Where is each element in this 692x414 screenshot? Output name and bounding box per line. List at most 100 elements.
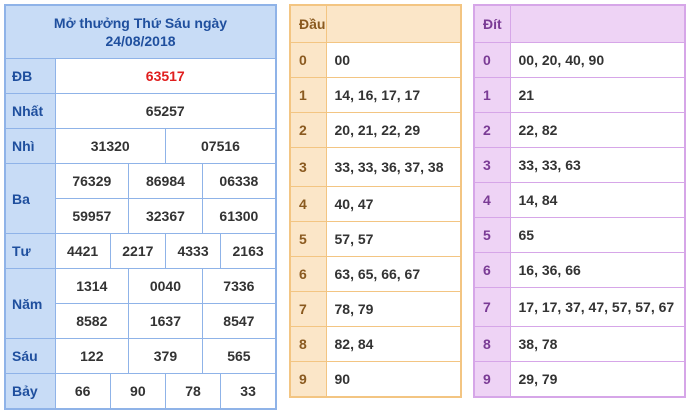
dit-values: 22, 82 <box>509 112 686 148</box>
prize-value: 06338 <box>201 163 277 199</box>
dit-key: 9 <box>473 361 511 398</box>
prize-value: 379 <box>128 338 203 374</box>
prize-label-nhat: Nhất <box>4 93 56 129</box>
prize-row-nam: Năm 1314 0040 7336 <box>4 268 277 339</box>
prize-value: 61300 <box>201 198 277 234</box>
dit-values: 21 <box>509 77 686 113</box>
prize-row-bay: Bảy 66 90 78 33 <box>4 373 277 410</box>
prize-value: 8547 <box>201 303 277 339</box>
table-row: 8 82, 84 <box>289 326 462 362</box>
prize-value: 31320 <box>54 128 166 164</box>
dau-key: 6 <box>289 256 327 292</box>
prize-label-bay: Bảy <box>4 373 56 410</box>
prize-value: 78 <box>164 373 222 410</box>
dit-values: 33, 33, 63 <box>509 147 686 183</box>
table-row: 4 14, 84 <box>473 182 686 218</box>
dau-values: 40, 47 <box>325 186 462 222</box>
table-row: 3 33, 33, 36, 37, 38 <box>289 147 462 187</box>
dau-key: 7 <box>289 291 327 327</box>
prize-value: 4421 <box>54 233 111 269</box>
table-row: 1 21 <box>473 77 686 113</box>
prize-value: 122 <box>54 338 130 374</box>
prize-row-nhi: Nhì 31320 07516 <box>4 128 277 164</box>
dau-values: 90 <box>325 361 462 398</box>
dit-values: 17, 17, 37, 47, 57, 57, 67 <box>509 287 686 327</box>
prize-value: 32367 <box>128 198 203 234</box>
table-row: 0 00, 20, 40, 90 <box>473 42 686 78</box>
prize-value: 0040 <box>128 268 203 304</box>
dau-key: 2 <box>289 112 327 148</box>
dau-key: 8 <box>289 326 327 362</box>
dau-table: Đầu 0 00 1 14, 16, 17, 17 2 20, 21, 22, 29 … <box>289 4 462 398</box>
dit-header: Đít <box>473 4 511 43</box>
prize-value: 2163 <box>220 233 277 269</box>
prize-value: 63517 <box>54 58 277 94</box>
dau-key: 3 <box>289 147 327 187</box>
prize-row-sau: Sáu 122 379 565 <box>4 338 277 374</box>
table-row: 1 14, 16, 17, 17 <box>289 77 462 113</box>
dit-key: 4 <box>473 182 511 218</box>
dau-key: 9 <box>289 361 327 398</box>
prize-value: 565 <box>201 338 277 374</box>
prize-value: 2217 <box>109 233 166 269</box>
dau-key: 1 <box>289 77 327 113</box>
dau-key: 0 <box>289 42 327 78</box>
prize-label-ba: Ba <box>4 163 56 234</box>
dit-key: 0 <box>473 42 511 78</box>
prize-label-nam: Năm <box>4 268 56 339</box>
dau-values: 78, 79 <box>325 291 462 327</box>
dit-values: 14, 84 <box>509 182 686 218</box>
prize-value: 07516 <box>164 128 277 164</box>
table-row: 5 65 <box>473 217 686 253</box>
prize-row-db: ĐB 63517 <box>4 58 277 94</box>
prize-value: 7336 <box>201 268 277 304</box>
table-row: 7 78, 79 <box>289 291 462 327</box>
table-row: 9 90 <box>289 361 462 398</box>
prize-label-nhi: Nhì <box>4 128 56 164</box>
table-row: 2 20, 21, 22, 29 <box>289 112 462 148</box>
prize-value: 1314 <box>54 268 130 304</box>
prize-value: 76329 <box>54 163 130 199</box>
results-title-line1: Mở thưởng Thứ Sáu ngày <box>53 15 228 31</box>
dau-values: 20, 21, 22, 29 <box>325 112 462 148</box>
prize-row-ba: Ba 76329 86984 06338 <box>4 163 277 234</box>
dau-values: 82, 84 <box>325 326 462 362</box>
table-row: 6 16, 36, 66 <box>473 252 686 288</box>
dit-table: Đít 0 00, 20, 40, 90 1 21 2 22, 82 3 33, 33,… <box>473 4 686 398</box>
dit-values: 16, 36, 66 <box>509 252 686 288</box>
prize-label-tu: Tư <box>4 233 56 269</box>
table-row: 7 17, 17, 37, 47, 57, 57, 67 <box>473 287 686 327</box>
dit-values: 65 <box>509 217 686 253</box>
results-table: Mở thưởng Thứ Sáu ngày 24/08/2018 ĐB 635… <box>4 4 277 410</box>
prize-label-db: ĐB <box>4 58 56 94</box>
dit-header-blank <box>509 4 686 43</box>
dit-key: 3 <box>473 147 511 183</box>
prize-value: 86984 <box>128 163 203 199</box>
prize-value: 1637 <box>128 303 203 339</box>
dau-values: 14, 16, 17, 17 <box>325 77 462 113</box>
prize-value: 65257 <box>54 93 277 129</box>
dau-values: 63, 65, 66, 67 <box>325 256 462 292</box>
dau-key: 5 <box>289 221 327 257</box>
dau-values: 33, 33, 36, 37, 38 <box>325 147 462 187</box>
dit-key: 8 <box>473 326 511 362</box>
table-row: 8 38, 78 <box>473 326 686 362</box>
dau-header-blank <box>325 4 462 43</box>
table-row: 4 40, 47 <box>289 186 462 222</box>
table-row: 2 22, 82 <box>473 112 686 148</box>
dau-header: Đầu <box>289 4 327 43</box>
dit-key: 1 <box>473 77 511 113</box>
dau-values: 00 <box>325 42 462 78</box>
table-row: 6 63, 65, 66, 67 <box>289 256 462 292</box>
results-title-line2: 24/08/2018 <box>105 33 176 49</box>
prize-label-sau: Sáu <box>4 338 56 374</box>
dit-key: 6 <box>473 252 511 288</box>
prize-row-tu: Tư 4421 2217 4333 2163 <box>4 233 277 269</box>
prize-value: 33 <box>220 373 277 410</box>
table-row: 5 57, 57 <box>289 221 462 257</box>
dit-values: 00, 20, 40, 90 <box>509 42 686 78</box>
prize-row-nhat: Nhất 65257 <box>4 93 277 129</box>
dit-values: 38, 78 <box>509 326 686 362</box>
dau-key: 4 <box>289 186 327 222</box>
dit-key: 5 <box>473 217 511 253</box>
